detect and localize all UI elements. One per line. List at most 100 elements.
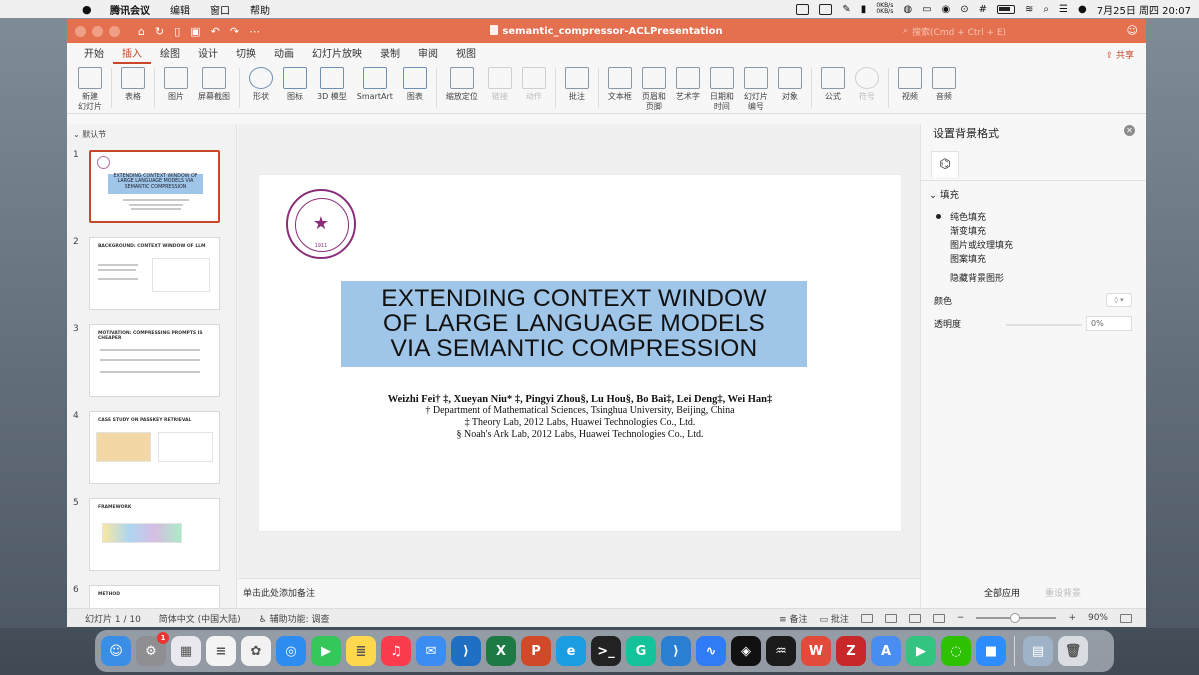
tab-7[interactable]: 录制 <box>371 45 409 64</box>
chatgpt-icon[interactable]: ◈ <box>731 636 761 666</box>
search-input[interactable]: ⌕ 搜索(Cmd + Ctrl + E) <box>903 23 1103 39</box>
smartart-button[interactable]: SmartArt <box>357 64 393 102</box>
current-slide[interactable]: ★ 1911 EXTENDING CONTEXT WINDOW OF LARGE… <box>259 175 901 531</box>
control-center-icon[interactable]: ☰ <box>1059 4 1068 15</box>
slides-thumbnail-pane[interactable]: ⌄ 默认节 1 EXTENDING CONTEXT WINDOW OF LARG… <box>67 124 237 608</box>
slideshow-icon[interactable] <box>932 613 945 623</box>
slide-title-textbox[interactable]: EXTENDING CONTEXT WINDOW OF LARGE LANGUA… <box>341 281 807 367</box>
slide-thumbnail-4[interactable]: CASE STUDY ON PASSKEY RETRIEVAL <box>89 411 220 484</box>
option-solid-fill[interactable]: 纯色填充 <box>950 210 986 223</box>
new-doc-icon[interactable]: ▯ <box>174 25 180 38</box>
menubar-item-help[interactable]: 帮助 <box>250 2 270 17</box>
screenshot-button[interactable]: 屏幕截图 <box>198 64 230 102</box>
edit-icon[interactable]: ✎ <box>842 4 850 15</box>
trash-icon[interactable]: 🗑 <box>1058 636 1088 666</box>
zoom-slider-knob[interactable] <box>1010 613 1021 623</box>
tab-6[interactable]: 幻灯片放映 <box>303 45 371 64</box>
chart-button[interactable]: 图表 <box>402 64 427 102</box>
reading-view-icon[interactable] <box>908 613 921 623</box>
action-button[interactable]: 动作 <box>521 64 546 102</box>
header-footer-button[interactable]: 页眉和 页脚 <box>641 64 666 112</box>
3d-model-button[interactable]: 3D 模型 <box>317 64 347 102</box>
meeting-status-icon[interactable] <box>796 3 810 15</box>
vscode-icon[interactable]: ⟩ <box>451 636 481 666</box>
zoom-out-button[interactable]: − <box>957 613 965 623</box>
authors-textbox[interactable]: Weizhi Fei† ‡, Xueyan Niu* ‡, Pingyi Zho… <box>259 394 901 441</box>
table-button[interactable]: 表格 <box>121 64 145 102</box>
reminders-icon[interactable]: ≡ <box>206 636 236 666</box>
apply-to-all-button[interactable]: 全部应用 <box>984 586 1020 599</box>
wps-icon[interactable]: W <box>801 636 831 666</box>
more-icon[interactable]: ⋯ <box>249 25 260 38</box>
wechat-menubar-icon[interactable]: ◍ <box>903 4 912 15</box>
excel-icon[interactable]: X <box>486 636 516 666</box>
undo-icon[interactable]: ↶ <box>211 25 220 38</box>
photos-icon[interactable]: ✿ <box>241 636 271 666</box>
safari-icon[interactable]: ◎ <box>276 636 306 666</box>
audio-button[interactable]: 音频 <box>931 64 956 102</box>
tab-3[interactable]: 设计 <box>189 45 227 64</box>
notes-toggle[interactable]: ≡ 备注 <box>779 612 807 625</box>
icons-button[interactable]: 图标 <box>283 64 307 102</box>
battery-icon[interactable] <box>997 4 1016 14</box>
shape-button[interactable]: 形状 <box>249 64 273 102</box>
infuse-icon[interactable]: ▶ <box>906 636 936 666</box>
menubar-clock[interactable]: 7月25日 周四 20:07 <box>1097 2 1191 17</box>
eye-icon[interactable]: ◉ <box>942 4 951 15</box>
symbol-button[interactable]: 符号 <box>854 64 879 102</box>
normal-view-icon[interactable] <box>860 613 873 623</box>
wechat-icon[interactable]: ◌ <box>941 636 971 666</box>
home-icon[interactable]: ⌂ <box>138 25 145 38</box>
save-icon[interactable]: ▣ <box>190 25 200 38</box>
close-panel-button[interactable]: ✕ <box>1124 125 1135 136</box>
textbox-button[interactable]: 文本框 <box>607 64 632 102</box>
fill-section-header[interactable]: ⌄ 填充 <box>929 187 959 201</box>
slide-thumbnail-3[interactable]: MOTIVATION: COMPRESSING PROMPTS IS CHEAP… <box>89 324 220 397</box>
slide-sorter-icon[interactable] <box>884 613 897 623</box>
finder-icon[interactable]: ☺ <box>101 636 131 666</box>
system-settings-icon[interactable]: ⚙ 1 <box>136 632 169 666</box>
spotlight-search-icon[interactable]: ⌕ <box>1043 4 1049 15</box>
grid-app-icon[interactable]: # <box>979 4 987 15</box>
object-button[interactable]: 对象 <box>777 64 802 102</box>
video-button[interactable]: 视频 <box>897 64 922 102</box>
section-header[interactable]: ⌄ 默认节 <box>73 129 236 140</box>
play-icon[interactable]: ⊙ <box>960 4 968 15</box>
date-time-button[interactable]: 日期和 时间 <box>709 64 734 112</box>
powerpoint-icon[interactable]: P <box>521 636 551 666</box>
zoom-icon[interactable]: ■ <box>976 636 1006 666</box>
slide-number-button[interactable]: 幻灯片 编号 <box>743 64 768 112</box>
hide-background-graphics-checkbox[interactable]: 隐藏背景图形 <box>950 271 1004 284</box>
option-picture-texture-fill[interactable]: 图片或纹理填充 <box>950 238 1013 251</box>
siri-icon[interactable]: ● <box>1078 4 1087 15</box>
vscode-alt-icon[interactable]: ⟩ <box>661 636 691 666</box>
apple-icon[interactable]: ● <box>82 3 96 16</box>
language-indicator[interactable]: 简体中文 (中国大陆) <box>159 612 241 625</box>
downloads-icon[interactable]: ▤ <box>1023 636 1053 666</box>
fill-tab-paint-bucket-icon[interactable]: ⌬ <box>931 151 959 177</box>
grammarly-icon[interactable]: G <box>626 636 656 666</box>
slide-thumbnail-6[interactable]: METHOD <box>89 585 220 608</box>
bag-icon[interactable]: ▮ <box>861 4 867 15</box>
link-button[interactable]: 链接 <box>487 64 512 102</box>
display-icon[interactable]: ▭ <box>922 4 931 15</box>
tab-1[interactable]: 插入 <box>113 45 151 64</box>
translate-icon[interactable]: A <box>871 636 901 666</box>
screen-share-icon[interactable] <box>819 3 833 15</box>
option-pattern-fill[interactable]: 图案填充 <box>950 252 986 265</box>
autosave-icon[interactable]: ↻ <box>155 25 164 38</box>
comments-toggle[interactable]: ▭ 批注 <box>819 612 848 625</box>
comment-button[interactable]: 批注 <box>564 64 589 102</box>
notes-input[interactable]: 单击此处添加备注 <box>238 578 920 608</box>
zoom-level[interactable]: 90% <box>1088 613 1108 623</box>
tab-2[interactable]: 绘图 <box>151 45 189 64</box>
tencent-meeting-icon[interactable]: ∿ <box>696 636 726 666</box>
radio-solid-fill[interactable] <box>936 214 941 219</box>
wordart-button[interactable]: 艺术字 <box>675 64 700 102</box>
mail-icon[interactable]: ✉ <box>416 636 446 666</box>
slide-thumbnail-2[interactable]: BACKGROUND: CONTEXT WINDOW OF LLM <box>89 237 220 310</box>
wifi-icon[interactable]: ≋ <box>1025 4 1033 15</box>
transparency-input[interactable]: 0% <box>1086 316 1132 331</box>
zoom-button[interactable]: 缩放定位 <box>446 64 478 102</box>
color-picker-dropdown[interactable]: ◊ ▾ <box>1106 293 1132 307</box>
